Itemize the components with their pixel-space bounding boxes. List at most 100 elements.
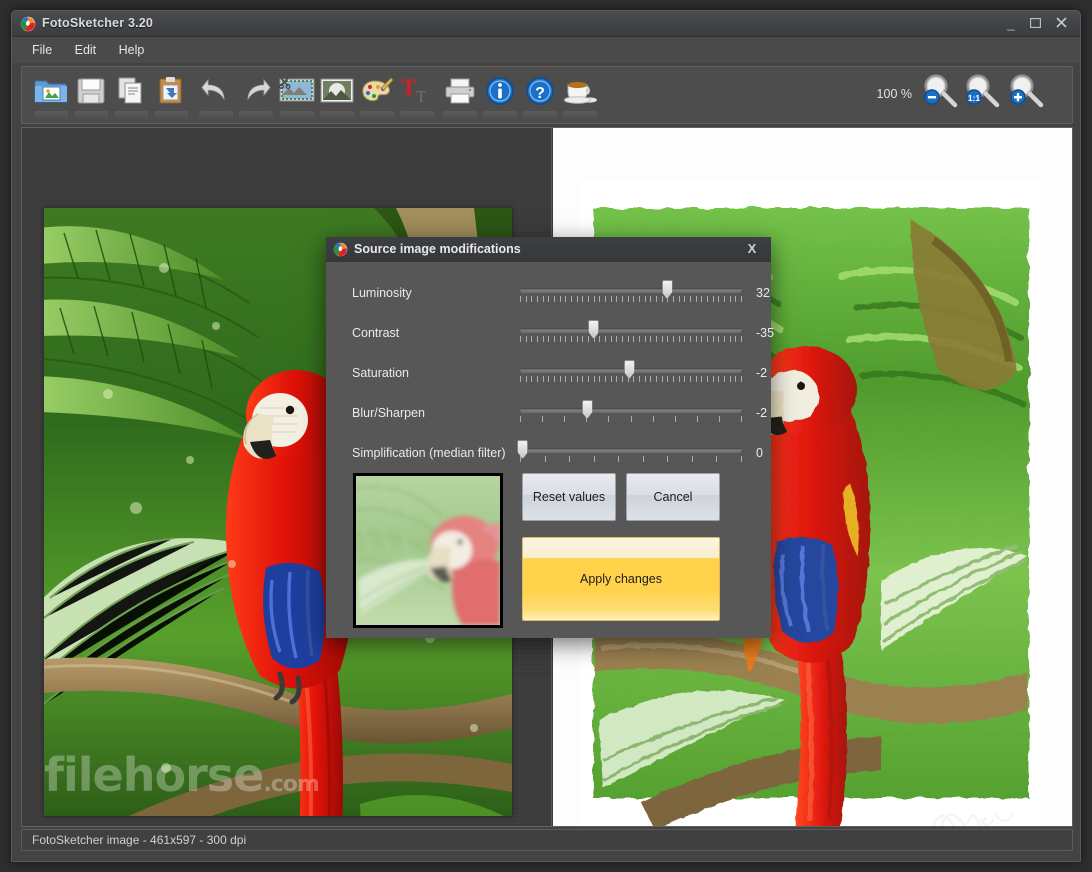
reset-values-button[interactable]: Reset values xyxy=(522,473,616,521)
cancel-button[interactable]: Cancel xyxy=(626,473,720,521)
slider-contrast[interactable] xyxy=(520,315,742,355)
dialog-close-button[interactable]: X xyxy=(743,240,761,258)
slider-tick xyxy=(741,296,742,302)
zoom-fit-button[interactable]: 1:1 xyxy=(960,72,1002,110)
slider-tick xyxy=(696,336,697,342)
close-window-button[interactable] xyxy=(1050,15,1072,33)
slider-tick xyxy=(718,336,719,342)
help-button[interactable]: ? xyxy=(521,72,559,110)
zoom-out-button[interactable] xyxy=(918,72,960,110)
window-title: FotoSketcher 3.20 xyxy=(42,16,153,30)
slider-tick xyxy=(690,336,691,342)
slider-luminosity[interactable] xyxy=(520,275,742,315)
open-image-button[interactable] xyxy=(32,72,70,110)
slider-tick xyxy=(684,376,685,382)
slider-tick xyxy=(582,336,583,342)
maximize-button[interactable] xyxy=(1024,15,1046,33)
slider-tick xyxy=(564,416,565,422)
preview-thumbnail xyxy=(353,473,503,628)
slider-tick xyxy=(520,456,521,462)
crop-button[interactable] xyxy=(278,72,316,110)
effects-button[interactable] xyxy=(358,72,396,110)
slider-tick xyxy=(611,376,612,382)
text-button[interactable]: T T xyxy=(398,72,436,110)
slider-tick xyxy=(594,376,595,382)
slider-track[interactable] xyxy=(520,328,742,333)
slider-tick xyxy=(713,336,714,342)
slider-row-luminosity: Luminosity 32 xyxy=(326,275,771,315)
slider-tick xyxy=(526,336,527,342)
slider-tick xyxy=(696,296,697,302)
slider-tick xyxy=(542,416,543,422)
apply-changes-button[interactable]: Apply changes xyxy=(522,537,720,621)
slider-tick xyxy=(650,296,651,302)
slider-tick xyxy=(633,376,634,382)
slider-track[interactable] xyxy=(520,288,742,293)
slider-tick xyxy=(605,336,606,342)
slider-tick xyxy=(531,296,532,302)
slider-simplification[interactable] xyxy=(520,435,742,475)
dialog-title: Source image modifications xyxy=(354,242,521,256)
slider-tick xyxy=(645,296,646,302)
slider-tick xyxy=(741,456,742,462)
slider-tick xyxy=(545,456,546,462)
slider-tick xyxy=(543,376,544,382)
slider-tick xyxy=(554,376,555,382)
slider-value-saturation: -2 xyxy=(756,366,767,380)
menu-file[interactable]: File xyxy=(23,41,61,59)
slider-tick xyxy=(599,336,600,342)
slider-tick xyxy=(616,336,617,342)
print-button[interactable] xyxy=(441,72,479,110)
slider-tick xyxy=(548,296,549,302)
slider-tick xyxy=(569,456,570,462)
slider-tick xyxy=(554,296,555,302)
slider-tick xyxy=(697,416,698,422)
slider-tick xyxy=(730,296,731,302)
slider-tick xyxy=(679,336,680,342)
menu-help[interactable]: Help xyxy=(110,41,154,59)
slider-tick xyxy=(588,296,589,302)
slider-tick xyxy=(656,296,657,302)
slider-tick xyxy=(735,296,736,302)
slider-tick xyxy=(599,376,600,382)
slider-tick xyxy=(730,336,731,342)
svg-text:?: ? xyxy=(535,85,545,102)
slider-label-luminosity: Luminosity xyxy=(352,286,412,300)
slider-tick xyxy=(599,296,600,302)
redo-button[interactable] xyxy=(237,72,275,110)
minimize-button[interactable]: _ xyxy=(1000,15,1022,33)
slider-tick xyxy=(707,336,708,342)
slider-tick xyxy=(594,456,595,462)
source-modify-button[interactable] xyxy=(318,72,356,110)
slider-tick xyxy=(537,336,538,342)
save-image-button[interactable] xyxy=(72,72,110,110)
info-button[interactable] xyxy=(481,72,519,110)
slider-tick xyxy=(679,376,680,382)
slider-tick xyxy=(548,336,549,342)
slider-tick xyxy=(520,376,521,382)
slider-saturation[interactable] xyxy=(520,355,742,395)
menu-edit[interactable]: Edit xyxy=(66,41,106,59)
slider-tick xyxy=(645,336,646,342)
slider-blur-sharpen[interactable] xyxy=(520,395,742,435)
undo-button[interactable] xyxy=(197,72,235,110)
donate-button[interactable] xyxy=(561,72,599,110)
slider-row-blur-sharpen: Blur/Sharpen -2 xyxy=(326,395,771,435)
paste-button[interactable] xyxy=(152,72,190,110)
slider-tick xyxy=(741,416,742,422)
slider-tick xyxy=(735,336,736,342)
slider-tick xyxy=(633,336,634,342)
slider-value-luminosity: 32 xyxy=(756,286,770,300)
slider-tick xyxy=(543,336,544,342)
slider-tick xyxy=(616,296,617,302)
slider-tick xyxy=(707,376,708,382)
slider-tick xyxy=(707,296,708,302)
slider-track[interactable] xyxy=(520,408,742,413)
slider-tick xyxy=(622,336,623,342)
slider-track[interactable] xyxy=(520,448,742,453)
slider-tick xyxy=(526,376,527,382)
slider-tick xyxy=(696,376,697,382)
copy-button[interactable] xyxy=(112,72,150,110)
zoom-in-button[interactable] xyxy=(1004,72,1046,110)
slider-tick xyxy=(653,416,654,422)
